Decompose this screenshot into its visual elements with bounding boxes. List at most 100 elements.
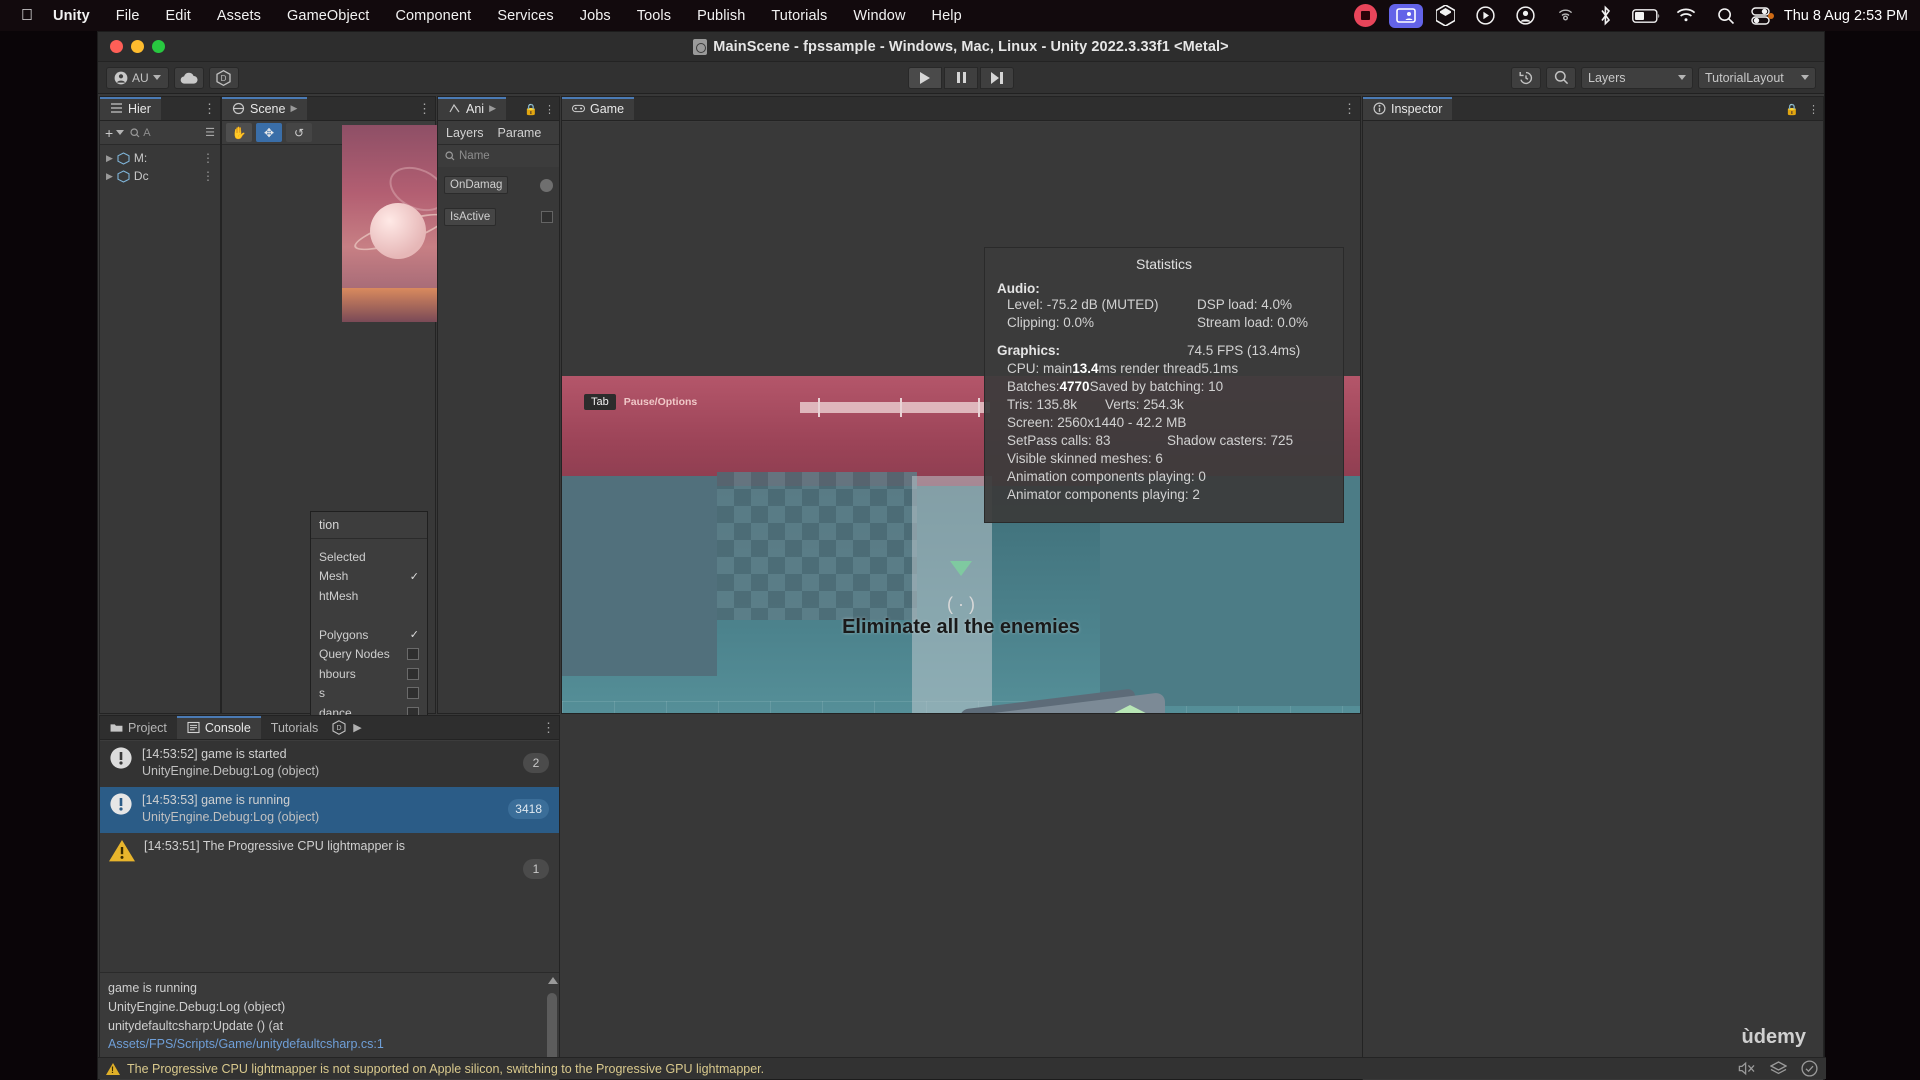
console-kebab-icon[interactable]: ⋮ xyxy=(542,716,555,740)
scroll-up-arrow-icon[interactable] xyxy=(548,977,558,984)
tab-animator[interactable]: Ani ▶ xyxy=(438,97,506,120)
tab-inspector[interactable]: Inspector xyxy=(1363,97,1453,120)
wifi-icon[interactable] xyxy=(1666,0,1706,31)
hierarchy-item[interactable]: ▶ M: ⋮ xyxy=(102,149,218,167)
macos-clock[interactable]: Thu 8 Aug 2:53 PM xyxy=(1776,8,1912,24)
animator-parameter-row[interactable]: IsActive xyxy=(438,205,559,229)
overlay-menu-item[interactable]: Query Nodes xyxy=(311,645,427,665)
hierarchy-search-input[interactable]: A xyxy=(130,127,199,139)
subtab-parameters[interactable]: Parame xyxy=(492,126,548,140)
undo-history-icon[interactable] xyxy=(1511,66,1541,89)
tab-game[interactable]: Game xyxy=(562,97,635,120)
player-weapon xyxy=(920,640,1210,713)
animator-kebab-icon[interactable]: ⋮ xyxy=(544,103,555,116)
layout-dropdown[interactable]: TutorialLayout xyxy=(1698,66,1816,89)
tab-overflow-arrow-icon[interactable]: ▶ xyxy=(290,103,297,114)
check-circle-icon[interactable] xyxy=(1801,1060,1818,1077)
expand-arrow-icon[interactable]: ▶ xyxy=(106,171,113,182)
subtab-layers[interactable]: Layers xyxy=(438,126,492,140)
add-gameobject-button[interactable]: + xyxy=(105,125,125,141)
console-log-list[interactable]: [14:53:52] game is started UnityEngine.D… xyxy=(100,741,559,971)
rotate-tool-icon[interactable]: ↺ xyxy=(286,123,312,142)
menu-unity[interactable]: Unity xyxy=(40,8,103,24)
cloud-button[interactable] xyxy=(173,66,204,89)
console-log-entry[interactable]: [14:53:53] game is running UnityEngine.D… xyxy=(100,787,559,833)
scene-kebab-icon[interactable]: ⋮ xyxy=(418,97,431,121)
overlay-item-checkbox[interactable] xyxy=(407,667,419,680)
play-button[interactable] xyxy=(908,66,942,89)
inspector-kebab-icon[interactable]: ⋮ xyxy=(1808,103,1819,116)
package-icon[interactable]: D xyxy=(332,720,346,735)
search-icon[interactable] xyxy=(1706,0,1746,31)
status-bar[interactable]: The Progressive CPU lightmapper is not s… xyxy=(98,1057,1826,1079)
overlay-menu-item[interactable]: hbours xyxy=(311,664,427,684)
step-button[interactable] xyxy=(980,66,1014,89)
menu-services[interactable]: Services xyxy=(484,8,566,24)
animator-parameter-row[interactable]: OnDamag xyxy=(438,173,559,197)
menu-publish[interactable]: Publish xyxy=(684,8,758,24)
tab-hierarchy[interactable]: Hier xyxy=(100,97,161,120)
account-circle-icon[interactable] xyxy=(1506,0,1546,31)
airplay-icon[interactable] xyxy=(1546,0,1586,31)
tab-overflow-arrow-icon[interactable]: ▶ xyxy=(353,721,361,734)
menu-edit[interactable]: Edit xyxy=(153,8,204,24)
screen-root:  Unity File Edit Assets GameObject Comp… xyxy=(0,0,1920,1080)
hierarchy-item[interactable]: ▶ Dc ⋮ xyxy=(102,167,218,185)
unity-icon[interactable] xyxy=(1426,0,1466,31)
hand-tool-icon[interactable]: ✋ xyxy=(226,123,252,142)
detail-stacktrace-link[interactable]: Assets/FPS/Scripts/Game/unitydefaultcsha… xyxy=(108,1037,384,1051)
tab-overflow-arrow-icon[interactable]: ▶ xyxy=(489,103,496,114)
bluetooth-icon[interactable] xyxy=(1586,0,1626,31)
services-button[interactable]: D xyxy=(208,66,239,89)
menu-gameobject[interactable]: GameObject xyxy=(274,8,382,24)
overlay-menu-item[interactable]: s xyxy=(311,684,427,704)
tab-console[interactable]: Console xyxy=(176,716,261,739)
mute-icon[interactable] xyxy=(1738,1061,1756,1076)
play-circle-icon[interactable] xyxy=(1466,0,1506,31)
menu-tools[interactable]: Tools xyxy=(624,8,684,24)
scroll-thumb[interactable] xyxy=(547,993,557,1063)
overlay-item-checkbox[interactable] xyxy=(407,687,419,700)
menu-jobs[interactable]: Jobs xyxy=(567,8,624,24)
record-icon[interactable] xyxy=(1346,0,1386,31)
overlay-item-checkbox[interactable] xyxy=(407,648,419,661)
overlay-menu-item[interactable]: htMesh xyxy=(311,586,427,606)
console-log-entry[interactable]: [14:53:51] The Progressive CPU lightmapp… xyxy=(100,833,559,879)
bool-toggle-checkbox[interactable] xyxy=(541,211,553,223)
inspector-lock-icon[interactable]: 🔒 xyxy=(1785,103,1799,116)
trigger-toggle-icon[interactable] xyxy=(540,178,553,192)
animator-lock-icon[interactable]: 🔒 xyxy=(524,103,538,116)
overlay-menu-item[interactable]: Selected xyxy=(311,547,427,567)
menu-file[interactable]: File xyxy=(103,8,153,24)
account-button[interactable]: AU xyxy=(106,66,169,89)
menu-help[interactable]: Help xyxy=(919,8,975,24)
console-log-entry[interactable]: [14:53:52] game is started UnityEngine.D… xyxy=(100,741,559,787)
animator-search-input[interactable]: Name xyxy=(438,145,559,167)
overlay-menu-spacer xyxy=(311,606,427,626)
screen-share-icon[interactable] xyxy=(1386,0,1426,31)
game-kebab-icon[interactable]: ⋮ xyxy=(1343,97,1356,121)
search-icon[interactable] xyxy=(1546,66,1576,89)
overlay-menu-item[interactable]: Polygons ✓ xyxy=(311,625,427,645)
battery-icon[interactable] xyxy=(1626,0,1666,31)
hierarchy-item-kebab-icon[interactable]: ⋮ xyxy=(202,169,214,183)
overlay-item-label: hbours xyxy=(319,666,356,681)
apple-logo-icon[interactable]:  xyxy=(14,7,40,24)
hierarchy-filter-icon[interactable]: ☰ xyxy=(205,126,215,139)
layers-dropdown[interactable]: Layers xyxy=(1581,66,1693,89)
setpass-value: SetPass calls: 83 xyxy=(1007,432,1111,448)
hierarchy-kebab-icon[interactable]: ⋮ xyxy=(203,97,216,121)
overlay-menu-item[interactable]: Mesh ✓ xyxy=(311,567,427,587)
move-tool-icon[interactable]: ✥ xyxy=(256,123,282,142)
expand-arrow-icon[interactable]: ▶ xyxy=(106,153,113,164)
menu-tutorials[interactable]: Tutorials xyxy=(758,8,840,24)
pause-button[interactable] xyxy=(944,66,978,89)
tab-project[interactable]: Project xyxy=(100,716,177,739)
tab-scene[interactable]: Scene ▶ xyxy=(222,97,308,120)
tab-tutorials[interactable]: Tutorials xyxy=(261,716,328,739)
hierarchy-item-kebab-icon[interactable]: ⋮ xyxy=(202,151,214,165)
menu-window[interactable]: Window xyxy=(840,8,918,24)
menu-component[interactable]: Component xyxy=(382,8,484,24)
menu-assets[interactable]: Assets xyxy=(204,8,274,24)
layers-icon[interactable] xyxy=(1770,1061,1787,1076)
